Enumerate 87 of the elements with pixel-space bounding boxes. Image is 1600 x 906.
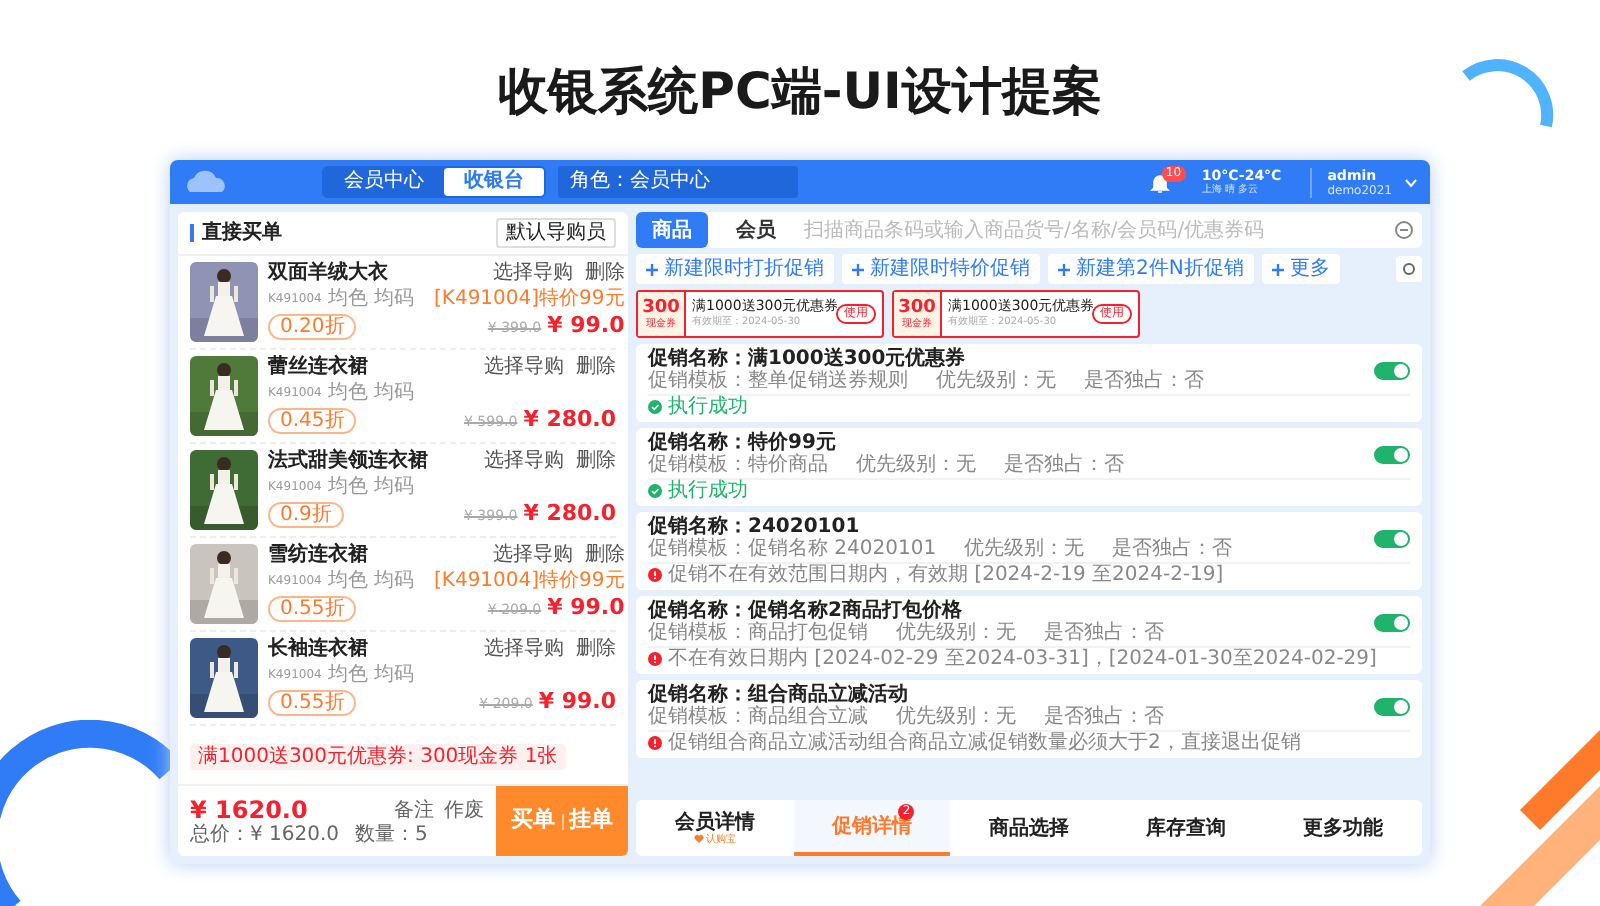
remark-button[interactable]: 备注 [394,799,434,821]
search-tab[interactable]: 会员 [720,212,792,248]
delete-link[interactable]: 删除 [576,356,616,378]
product-color: 均色 [327,288,368,310]
product-size: 均码 [373,664,414,686]
bottom-tab[interactable]: 商品选择 [950,800,1108,856]
guide-link[interactable]: 选择导购 [484,638,564,660]
toggle-switch[interactable] [1374,697,1410,715]
promotion-name: 促销名称：24020101 [648,516,862,538]
item-price: ¥ 280.0 [523,502,616,524]
delete-link[interactable]: 删除 [576,638,616,660]
promotion-status: 执行成功 [668,396,748,418]
logo-icon [182,168,230,196]
promotion-template: 促销模板：整单促销送券规则 [648,370,908,392]
cart-title: 直接买单 [202,222,282,244]
new-promo-button[interactable]: 新建限时特价促销 [842,254,1040,284]
void-button[interactable]: 作废 [444,799,484,821]
role-select[interactable]: 角色：会员中心 [558,166,798,198]
chevron-down-icon[interactable] [1404,177,1418,187]
guide-link[interactable]: 选择导购 [492,262,573,284]
product-name: 双面羊绒大衣 [268,262,390,284]
product-name: 长袖连衣裙 [268,638,370,660]
promotion-template: 促销模板：促销名称 24020101 [648,538,937,560]
product-color: 均色 [327,476,368,498]
nav-tab[interactable]: 收银台 [444,168,544,196]
promotion-exclusive: 是否独占：否 [1044,622,1164,644]
promotion-priority: 优先级别：无 [936,370,1056,392]
product-color: 均色 [327,664,368,686]
product-color: 均色 [327,570,368,592]
promotion-template: 促销模板：商品打包促销 [648,622,868,644]
promotion-exclusive: 是否独占：否 [1004,454,1124,476]
product-size: 均码 [373,288,414,310]
toggle-switch[interactable] [1374,361,1410,379]
product-size: 均码 [373,382,414,404]
guide-link[interactable]: 选择导购 [484,450,564,472]
promotion-priority: 优先级别：无 [896,622,1016,644]
bottom-tab[interactable]: 更多功能 [1264,800,1422,856]
bottom-tab[interactable]: 库存查询 [1107,800,1265,856]
new-promo-button[interactable]: 更多 [1261,254,1340,284]
promotion-priority: 优先级别：无 [856,454,976,476]
promotion-exclusive: 是否独占：否 [1112,538,1233,560]
plus-icon [852,263,864,275]
coupon-note: 满1000送300元优惠券: 300现金券 1张 [190,744,566,770]
promotion-name: 促销名称：促销名称2商品打包价格 [648,600,964,622]
promotion-priority: 优先级别：无 [964,538,1085,560]
total-label: 总价：¥ 1620.0 [190,824,340,846]
promotion-exclusive: 是否独占：否 [1084,370,1204,392]
promotion-name: 促销名称：满1000送300元优惠券 [648,348,966,370]
promotion-status: 促销不在有效范围日期内，有效期 [2024-2-19 至2024-2-19] [668,564,1224,586]
coupon-amount: 300 [898,299,936,317]
heart-icon [693,834,704,844]
product-size: 均码 [373,570,414,592]
plus-icon [646,263,658,275]
toggle-switch[interactable] [1374,445,1410,463]
guide-link[interactable]: 选择导购 [492,544,573,566]
promotion-priority: 优先级别：无 [896,706,1016,728]
nav-tab[interactable]: 会员中心 [324,168,444,196]
product-color: 均色 [327,382,368,404]
product-name: 法式甜美领连衣裙 [268,450,424,472]
item-price: ¥ 99.0 [538,690,616,712]
product-name: 雪纺连衣裙 [268,544,370,566]
promotion-status: 不在有效日期内 [2024-02-29 至2024-03-31]，[2024-01-30至2024-02-29] [668,648,1377,670]
slide-title: 收银系统PC端-UI设计提案 [498,60,1102,124]
new-promo-button[interactable]: 新建限时打折促销 [636,254,834,284]
promotion-status: 执行成功 [668,480,748,502]
promotion-template: 促销模板：商品组合立减 [648,706,868,728]
promotion-template: 促销模板：特价商品 [648,454,828,476]
promotion-name: 促销名称：组合商品立减活动 [648,684,910,706]
coupon-amount: 300 [642,299,680,317]
toggle-switch[interactable] [1374,529,1410,547]
product-name: 蕾丝连衣裙 [268,356,370,378]
promotion-name: 促销名称：特价99元 [648,432,838,454]
new-promo-button[interactable]: 新建第2件N折促销 [1048,254,1254,284]
plus-icon [1271,263,1284,275]
count-label: 数量：5 [355,824,428,846]
product-size: 均码 [373,476,414,498]
guide-link[interactable]: 选择导购 [484,356,564,378]
search-tab[interactable]: 商品 [636,212,708,248]
plus-icon [1058,263,1070,275]
promotion-status: 促销组合商品立减活动组合商品立减促销数量必须大于2，直接退出促销 [668,732,1301,754]
item-price: ¥ 280.0 [523,408,616,430]
toggle-switch[interactable] [1374,613,1410,631]
promotion-exclusive: 是否独占：否 [1044,706,1164,728]
delete-link[interactable]: 删除 [576,450,616,472]
total-amount: ¥ 1620.0 [190,796,308,824]
bell-icon[interactable] [1149,171,1170,193]
guide-button[interactable]: 默认导购员 [496,218,616,248]
